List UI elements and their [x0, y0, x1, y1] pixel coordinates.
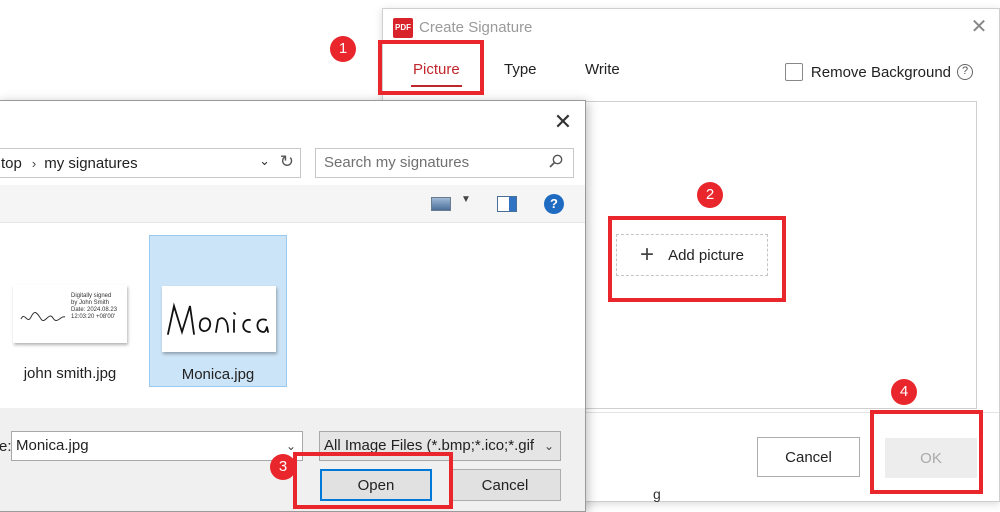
close-icon[interactable]: ✕ — [553, 109, 573, 135]
step-badge: 2 — [697, 182, 723, 208]
dialog-title: Create Signature — [419, 19, 533, 36]
step-badge: 3 — [270, 454, 296, 480]
chevron-down-icon[interactable]: ▼ — [461, 194, 471, 205]
address-bar[interactable]: top › my signatures ⌄ ↻ — [0, 148, 301, 178]
remove-background-label: Remove Background — [810, 63, 951, 81]
search-icon[interactable] — [549, 154, 563, 168]
file-item-selected[interactable]: Monica.jpg — [149, 235, 287, 387]
tab-write[interactable]: Write — [585, 61, 620, 78]
breadcrumb-current[interactable]: my signatures — [44, 155, 137, 172]
file-item[interactable]: Digitally signed by John Smith Date: 202… — [1, 235, 139, 387]
highlight-box-add-picture — [608, 216, 786, 302]
file-toolbar: ▼ ? — [0, 185, 585, 223]
signature-scribble — [167, 302, 269, 336]
filename-value: Monica.jpg — [16, 437, 89, 454]
highlight-box-picture-tab — [378, 40, 484, 95]
close-icon[interactable]: ✕ — [969, 15, 989, 39]
chevron-down-icon[interactable]: ⌄ — [259, 153, 270, 169]
highlight-box-open — [293, 452, 453, 509]
file-name: Monica.jpg — [181, 366, 255, 383]
file-thumbnail — [162, 286, 276, 352]
help-circle-icon[interactable]: ? — [957, 64, 973, 80]
chevron-down-icon[interactable]: ⌄ — [541, 432, 554, 460]
search-placeholder: Search my signatures — [324, 154, 470, 171]
file-thumbnail: Digitally signed by John Smith Date: 202… — [13, 285, 127, 343]
breadcrumb-separator[interactable]: › — [32, 156, 36, 171]
step-badge: 1 — [330, 36, 356, 62]
refresh-icon[interactable]: ↻ — [280, 152, 294, 172]
tab-type[interactable]: Type — [504, 61, 537, 78]
filename-label: e: — [0, 438, 12, 455]
cancel-button[interactable]: Cancel — [449, 469, 561, 501]
background-text: g — [653, 486, 661, 502]
cancel-button[interactable]: Cancel — [757, 437, 860, 477]
pdf-logo-icon: PDF — [393, 18, 413, 38]
remove-background-option[interactable]: Remove Background ? — [784, 61, 973, 83]
thumbnail-text: Digitally signed by John Smith Date: 202… — [71, 293, 118, 320]
signature-scribble — [20, 312, 66, 322]
highlight-box-ok — [870, 410, 983, 494]
search-input[interactable]: Search my signatures — [315, 148, 574, 178]
view-icon[interactable] — [431, 197, 451, 211]
step-badge: 4 — [891, 379, 917, 405]
file-open-dialog: ✕ top › my signatures ⌄ ↻ Search my sign… — [0, 100, 586, 512]
filename-input[interactable]: Monica.jpg ⌄ — [11, 431, 303, 461]
remove-background-checkbox[interactable] — [784, 63, 803, 81]
breadcrumb-parent[interactable]: top — [0, 155, 22, 172]
file-name: john smith.jpg — [23, 365, 117, 382]
help-icon[interactable]: ? — [544, 194, 564, 214]
preview-pane-icon[interactable] — [497, 196, 517, 212]
